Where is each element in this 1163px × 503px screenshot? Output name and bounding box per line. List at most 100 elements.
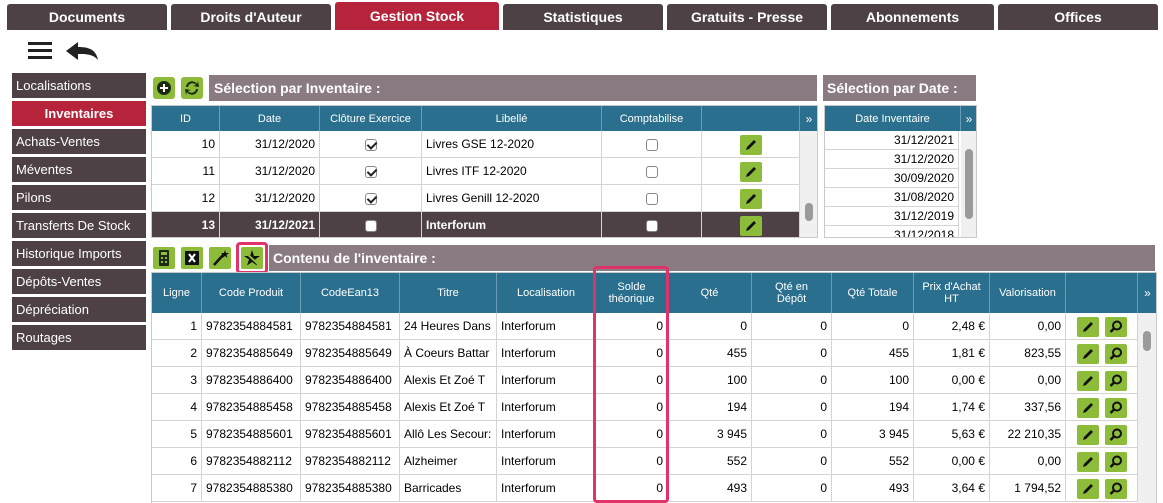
table-row[interactable]: 10 31/12/2020 Livres GSE 12-2020 — [152, 131, 800, 158]
tab-documents[interactable]: Documents — [7, 4, 167, 30]
col-libelle[interactable]: Libellé — [422, 106, 602, 131]
col-date[interactable]: Date — [220, 106, 320, 131]
tab-droits-auteur[interactable]: Droits d'Auteur — [171, 4, 331, 30]
add-inventory-button[interactable] — [153, 77, 175, 99]
edit-button[interactable] — [1076, 343, 1099, 364]
edit-button[interactable] — [1076, 370, 1099, 391]
view-button[interactable] — [1104, 343, 1127, 364]
refresh-button[interactable] — [181, 77, 203, 99]
excel-export-button[interactable] — [181, 247, 203, 269]
magnifier-icon — [1109, 347, 1122, 360]
plus-icon — [157, 81, 171, 95]
comptabilise-checkbox[interactable] — [645, 219, 658, 232]
cell-prix: 0,00 € — [914, 367, 990, 394]
comptabilise-checkbox[interactable] — [645, 165, 658, 178]
inventaire-grid-header: ID Date Clôture Exercice Libellé Comptab… — [152, 106, 817, 131]
scrollbar-thumb[interactable] — [805, 203, 813, 221]
sidebar-item-routages[interactable]: Routages — [12, 325, 146, 350]
col-date-inventaire[interactable]: Date Inventaire — [825, 106, 961, 131]
col-comptabilise[interactable]: Comptabilise — [602, 106, 702, 131]
edit-button[interactable] — [739, 161, 762, 182]
tab-abonnements[interactable]: Abonnements — [831, 4, 994, 30]
table-row-selected[interactable]: 13 31/12/2021 Interforum — [152, 212, 800, 237]
cloture-checkbox[interactable] — [364, 219, 377, 232]
cloture-checkbox[interactable] — [364, 138, 377, 151]
edit-button[interactable] — [739, 188, 762, 209]
calculator-button[interactable] — [153, 247, 175, 269]
col-id[interactable]: ID — [152, 106, 220, 131]
edit-button[interactable] — [1076, 424, 1099, 445]
list-item[interactable]: 30/09/2020 — [825, 169, 959, 188]
edit-button[interactable] — [1076, 451, 1099, 472]
col-code-produit[interactable]: Code Produit — [202, 273, 301, 313]
scrollbar-thumb[interactable] — [965, 149, 973, 219]
view-button[interactable] — [1104, 424, 1127, 445]
col-actions — [1066, 273, 1138, 313]
edit-button[interactable] — [1076, 316, 1099, 337]
tab-gestion-stock[interactable]: Gestion Stock — [335, 2, 499, 30]
back-arrow-icon[interactable] — [64, 40, 100, 62]
sidebar-item-depreciation[interactable]: Dépréciation — [12, 297, 146, 322]
list-item[interactable]: 31/12/2020 — [825, 150, 959, 169]
table-row[interactable]: 12 31/12/2020 Livres Genill 12-2020 — [152, 185, 800, 212]
comptabilise-checkbox[interactable] — [645, 192, 658, 205]
edit-button[interactable] — [1076, 397, 1099, 418]
edit-button[interactable] — [1076, 478, 1099, 499]
cell-valo: 0,00 — [990, 313, 1066, 340]
magnifier-icon — [1109, 428, 1122, 441]
date-scrollbar[interactable] — [961, 131, 976, 237]
column-chooser-icon[interactable]: » — [1138, 273, 1156, 313]
col-valorisation[interactable]: Valorisation — [990, 273, 1066, 313]
sidebar-item-inventaires[interactable]: Inventaires — [12, 101, 146, 126]
list-item[interactable]: 31/12/2018 — [825, 226, 959, 237]
col-qte-totale[interactable]: Qté Totale — [832, 273, 914, 313]
col-cloture[interactable]: Clôture Exercice — [320, 106, 422, 131]
tab-offices[interactable]: Offices — [998, 4, 1158, 30]
view-button[interactable] — [1104, 316, 1127, 337]
scrollbar-thumb[interactable] — [1143, 331, 1151, 351]
comptabilise-checkbox[interactable] — [645, 138, 658, 151]
row-actions — [1066, 340, 1138, 367]
col-ligne[interactable]: Ligne — [152, 273, 202, 313]
hamburger-menu-icon[interactable] — [28, 42, 52, 60]
sidebar-item-depots-ventes[interactable]: Dépôts-Ventes — [12, 269, 146, 294]
cell-loc: Interforum — [497, 448, 596, 475]
sidebar-item-localisations[interactable]: Localisations — [12, 73, 146, 98]
sidebar-item-pilons[interactable]: Pilons — [12, 185, 146, 210]
col-qte-depot[interactable]: Qté en Dépôt — [752, 273, 832, 313]
cell-libelle: Livres GSE 12-2020 — [422, 131, 602, 158]
cell-titre: Alexis Et Zoé T — [400, 394, 497, 421]
edit-button[interactable] — [739, 134, 762, 155]
pencil-icon — [1082, 483, 1093, 494]
view-button[interactable] — [1104, 451, 1127, 472]
column-chooser-icon[interactable]: » — [800, 106, 817, 131]
col-qte[interactable]: Qté — [668, 273, 752, 313]
top-tab-bar: Documents Droits d'Auteur Gestion Stock … — [0, 0, 1163, 30]
magic-wand-button[interactable] — [209, 247, 231, 269]
cloture-checkbox[interactable] — [364, 165, 377, 178]
col-codeean13[interactable]: CodeEan13 — [301, 273, 400, 313]
column-chooser-icon[interactable]: » — [961, 106, 976, 131]
cell-ligne: 7 — [152, 475, 202, 502]
list-item[interactable]: 31/08/2020 — [825, 188, 959, 207]
cell-titre: À Coeurs Battar — [400, 340, 497, 367]
table-row[interactable]: 11 31/12/2020 Livres ITF 12-2020 — [152, 158, 800, 185]
view-button[interactable] — [1104, 370, 1127, 391]
col-titre[interactable]: Titre — [400, 273, 497, 313]
list-item[interactable]: 31/12/2019 — [825, 207, 959, 226]
sidebar-item-achats-ventes[interactable]: Achats-Ventes — [12, 129, 146, 154]
sidebar-item-historique-imports[interactable]: Historique Imports — [12, 241, 146, 266]
view-button[interactable] — [1104, 478, 1127, 499]
list-item[interactable]: 31/12/2021 — [825, 131, 959, 150]
inventaire-scrollbar[interactable] — [800, 131, 817, 237]
contenu-scrollbar[interactable] — [1138, 313, 1156, 503]
cloture-checkbox[interactable] — [364, 192, 377, 205]
col-prix-achat[interactable]: Prix d'Achat HT — [914, 273, 990, 313]
view-button[interactable] — [1104, 397, 1127, 418]
sidebar-item-transferts-stock[interactable]: Transferts De Stock — [12, 213, 146, 238]
tab-gratuits-presse[interactable]: Gratuits - Presse — [667, 4, 827, 30]
col-localisation[interactable]: Localisation — [497, 273, 596, 313]
tab-statistiques[interactable]: Statistiques — [503, 4, 663, 30]
sidebar-item-meventes[interactable]: Méventes — [12, 157, 146, 182]
edit-button[interactable] — [739, 215, 762, 236]
